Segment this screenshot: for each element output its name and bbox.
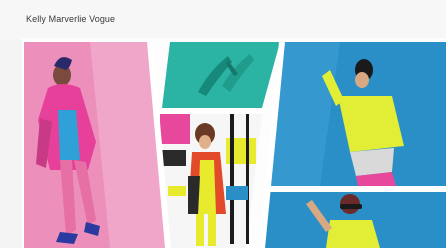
photo-panel-sunglasses[interactable] bbox=[262, 192, 446, 248]
photo-panel-colorblock-dress[interactable] bbox=[160, 114, 262, 248]
photo-panel-teal-shoes[interactable] bbox=[162, 42, 280, 108]
collage bbox=[24, 41, 446, 248]
photo-panel-pink-model[interactable] bbox=[24, 42, 168, 248]
photo-panel-yellow-top[interactable] bbox=[268, 42, 446, 186]
